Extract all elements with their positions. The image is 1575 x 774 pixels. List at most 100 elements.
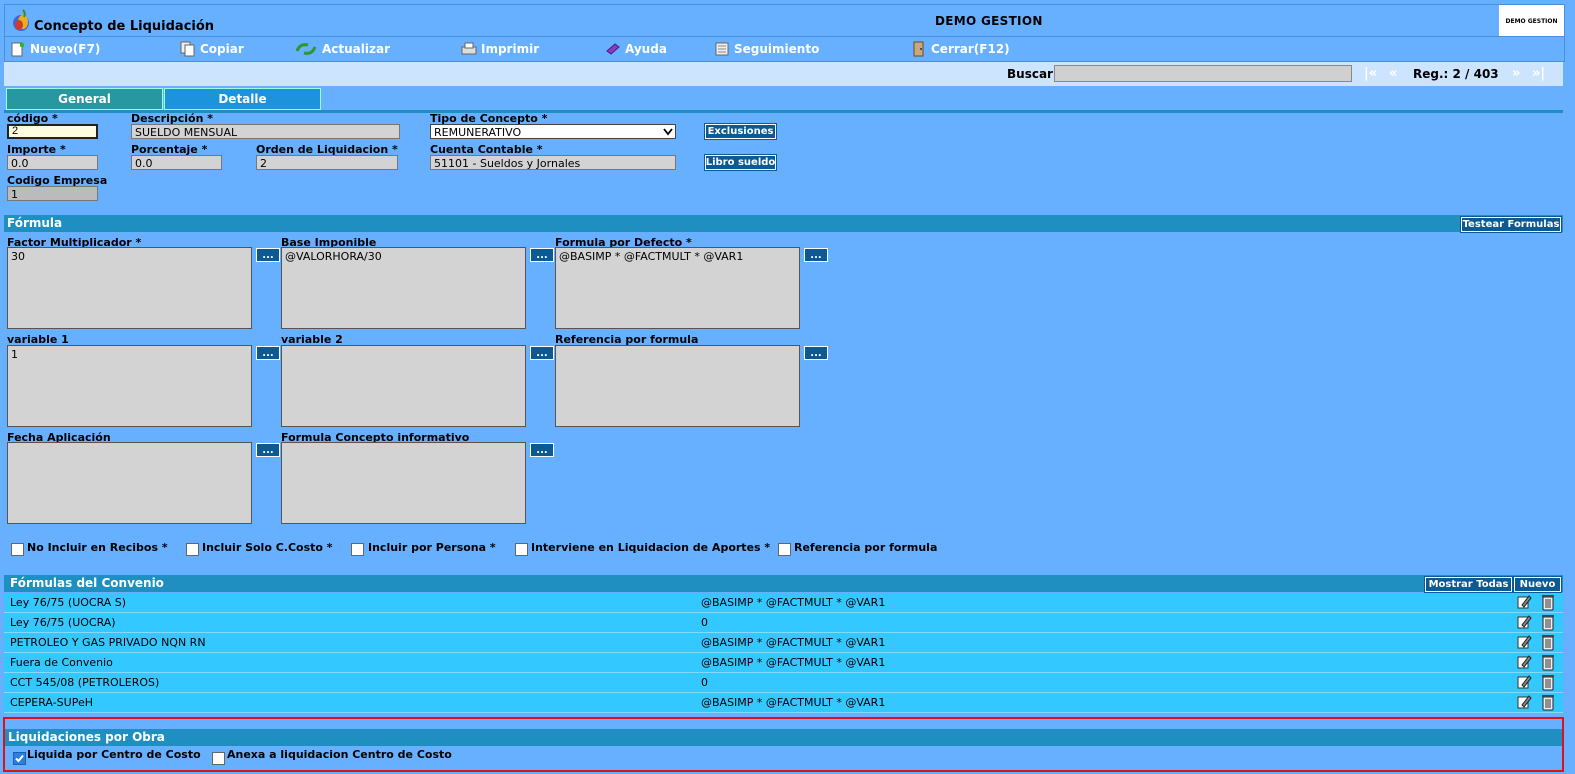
table-row[interactable]: CEPERA-SUPeH @BASIMP * @FACTMULT * @VAR1 [4, 693, 1563, 713]
referencia-expand-button[interactable]: ... [804, 346, 828, 360]
incluir-por-persona-checkbox[interactable] [351, 543, 364, 556]
factor-textarea[interactable]: 30 [7, 247, 252, 329]
convenio-formula: 0 [701, 616, 708, 629]
prev-record-button[interactable]: « [1389, 66, 1397, 81]
defecto-textarea[interactable]: @BASIMP * @FACTMULT * @VAR1 [555, 247, 800, 329]
liquida-ccosto-checkbox[interactable] [13, 752, 26, 765]
help-button[interactable]: Ayuda [605, 40, 667, 58]
importe-field[interactable]: 0.0 [7, 155, 98, 170]
convenio-name: Ley 76/75 (UOCRA) [10, 616, 116, 629]
trash-icon[interactable] [1540, 613, 1556, 631]
window-title: Concepto de Liquidación [34, 19, 215, 34]
convenio-formula: 0 [701, 676, 708, 689]
var2-textarea[interactable] [281, 345, 526, 427]
convenio-name: CCT 545/08 (PETROLEROS) [10, 676, 160, 689]
incluir-solo-ccosto-label: Incluir Solo C.Costo * [202, 541, 333, 554]
convenio-formula: @BASIMP * @FACTMULT * @VAR1 [701, 696, 886, 709]
no-incluir-recibos-checkbox[interactable] [11, 543, 24, 556]
title-bar: Concepto de Liquidación DEMO GESTION DEM… [4, 4, 1565, 37]
obra-section-title: Liquidaciones por Obra [8, 730, 165, 744]
edit-icon[interactable] [1516, 614, 1532, 630]
codigo-field[interactable] [7, 124, 98, 139]
var1-expand-button[interactable]: ... [256, 346, 280, 360]
var2-expand-button[interactable]: ... [530, 346, 554, 360]
porcentaje-field[interactable]: 0.0 [131, 155, 222, 170]
cuenta-field[interactable]: 51101 - Sueldos y Jornales [430, 155, 676, 170]
mostrar-todas-button[interactable]: Mostrar Todas [1424, 576, 1513, 593]
testear-formulas-button[interactable]: Testear Formulas [1460, 216, 1562, 233]
obra-section-header: Liquidaciones por Obra [5, 729, 1562, 746]
first-record-button[interactable]: |« [1364, 66, 1377, 81]
table-row[interactable]: PETROLEO Y GAS PRIVADO NQN RN @BASIMP * @… [4, 633, 1563, 653]
referencia-formula-checkbox[interactable] [778, 543, 791, 556]
tab-detalle[interactable]: Detalle [164, 88, 321, 110]
referencia-formula-check-label: Referencia por formula [794, 541, 938, 554]
incluir-solo-ccosto-checkbox[interactable] [186, 543, 199, 556]
trash-icon[interactable] [1540, 653, 1556, 671]
convenio-name: PETROLEO Y GAS PRIVADO NQN RN [10, 636, 206, 649]
edit-icon[interactable] [1516, 694, 1532, 710]
trash-icon[interactable] [1540, 693, 1556, 711]
interviene-aportes-checkbox[interactable] [515, 543, 528, 556]
trash-icon[interactable] [1540, 593, 1556, 611]
new-label: Nuevo(F7) [30, 42, 101, 56]
base-textarea[interactable]: @VALORHORA/30 [281, 247, 526, 329]
print-label: Imprimir [481, 42, 540, 56]
factor-expand-button[interactable]: ... [256, 248, 280, 262]
refresh-button[interactable]: Actualizar [294, 40, 390, 58]
convenio-name: CEPERA-SUPeH [10, 696, 93, 709]
codigo-empresa-field: 1 [7, 186, 98, 201]
printer-icon [461, 42, 477, 55]
company-name: DEMO GESTION [935, 14, 1043, 28]
informativo-expand-button[interactable]: ... [530, 443, 554, 457]
table-row[interactable]: Ley 76/75 (UOCRA S) @BASIMP * @FACTMULT *… [4, 593, 1563, 613]
liquida-ccosto-label: Liquida por Centro de Costo [27, 748, 201, 761]
tab-strip: General Detalle [4, 88, 1563, 113]
app-logo-icon [13, 9, 29, 31]
new-doc-icon [11, 42, 24, 57]
edit-icon[interactable] [1516, 654, 1532, 670]
orden-field[interactable]: 2 [256, 155, 398, 170]
formula-section-header: Fórmula Testear Formulas [4, 215, 1563, 233]
edit-icon[interactable] [1516, 594, 1532, 610]
descripcion-field[interactable]: SUELDO MENSUAL [131, 124, 400, 139]
table-row[interactable]: Fuera de Convenio @BASIMP * @FACTMULT * @… [4, 653, 1563, 673]
anexa-ccosto-checkbox[interactable] [212, 752, 225, 765]
convenio-formula: @BASIMP * @FACTMULT * @VAR1 [701, 656, 886, 669]
base-expand-button[interactable]: ... [530, 248, 554, 262]
nuevo-convenio-button[interactable]: Nuevo [1513, 576, 1562, 593]
refresh-icon [295, 43, 317, 55]
trash-icon[interactable] [1540, 673, 1556, 691]
fecha-expand-button[interactable]: ... [256, 443, 280, 457]
interviene-aportes-label: Interviene en Liquidacion de Aportes * [531, 541, 771, 554]
last-record-button[interactable]: »| [1532, 66, 1545, 81]
help-label: Ayuda [625, 42, 667, 56]
copy-label: Copiar [200, 42, 244, 56]
informativo-textarea[interactable] [281, 442, 526, 524]
defecto-expand-button[interactable]: ... [804, 248, 828, 262]
table-row[interactable]: Ley 76/75 (UOCRA) 0 [4, 613, 1563, 633]
no-incluir-recibos-label: No Incluir en Recibos * [27, 541, 168, 554]
edit-icon[interactable] [1516, 634, 1532, 650]
libro-sueldo-button[interactable]: Libro sueldo [704, 154, 777, 171]
table-row[interactable]: CCT 545/08 (PETROLEROS) 0 [4, 673, 1563, 693]
new-button[interactable]: Nuevo(F7) [10, 40, 100, 58]
tab-general[interactable]: General [6, 88, 163, 110]
tipo-concepto-select[interactable]: REMUNERATIVO [430, 124, 676, 139]
close-button[interactable]: Cerrar(F12) [911, 40, 1010, 58]
referencia-textarea[interactable] [555, 345, 800, 427]
search-input[interactable] [1054, 65, 1352, 82]
convenio-section-title: Fórmulas del Convenio [10, 576, 164, 590]
edit-icon[interactable] [1516, 674, 1532, 690]
fecha-textarea[interactable] [7, 442, 252, 524]
trash-icon[interactable] [1540, 633, 1556, 651]
var1-textarea[interactable]: 1 [7, 345, 252, 427]
anexa-ccosto-label: Anexa a liquidacion Centro de Costo [227, 748, 452, 761]
exclusiones-button[interactable]: Exclusiones [704, 123, 777, 140]
print-button[interactable]: Imprimir [461, 40, 539, 58]
tracking-button[interactable]: Seguimiento [714, 40, 819, 58]
copy-button[interactable]: Copiar [180, 40, 244, 58]
incluir-por-persona-label: Incluir por Persona * [368, 541, 496, 554]
next-record-button[interactable]: » [1512, 66, 1520, 81]
record-counter: Reg.: 2 / 403 [1413, 67, 1499, 81]
